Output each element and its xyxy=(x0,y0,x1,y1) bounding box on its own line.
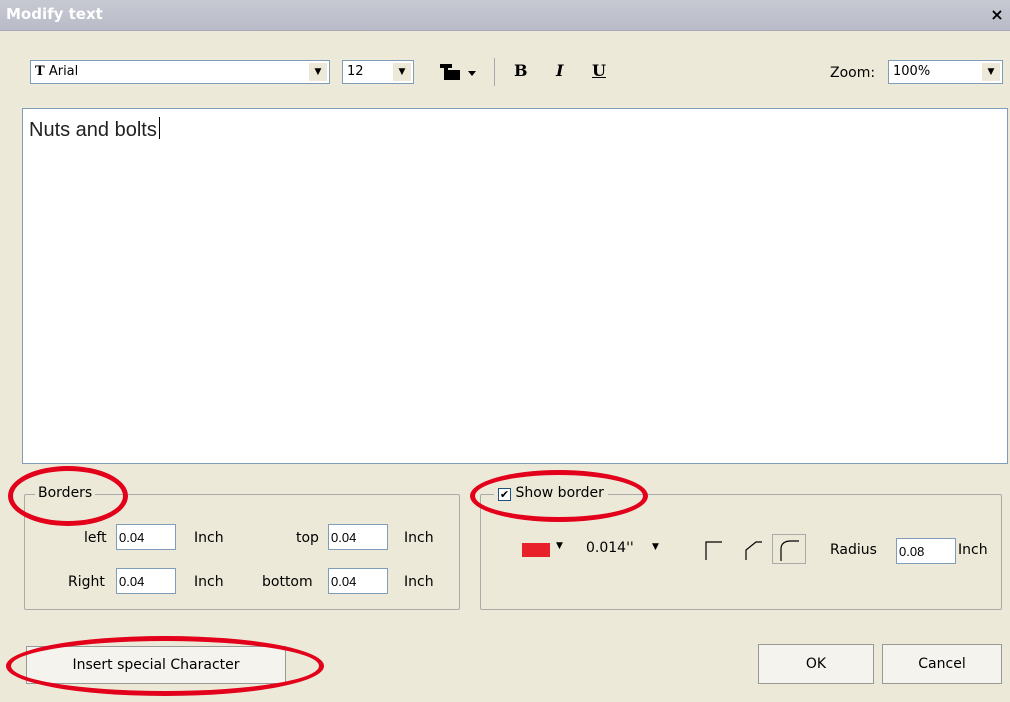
ok-button[interactable]: OK xyxy=(758,644,874,684)
top-label: top xyxy=(296,530,319,546)
zoom-value: 100% xyxy=(893,64,931,79)
corner-round-button[interactable] xyxy=(772,534,806,564)
chevron-down-icon: ▼ xyxy=(652,542,659,552)
chevron-down-icon[interactable]: ▼ xyxy=(982,63,1000,81)
unit-label: Inch xyxy=(194,530,224,546)
bottom-margin-input[interactable] xyxy=(328,568,388,594)
unit-label: Inch xyxy=(194,574,224,590)
text-color-button[interactable] xyxy=(438,60,486,84)
left-label: left xyxy=(84,530,107,546)
text-color-icon xyxy=(440,64,476,80)
border-color-button[interactable]: ▼ xyxy=(522,541,572,561)
borders-legend: Borders xyxy=(35,485,96,501)
unit-label: Inch xyxy=(404,530,434,546)
zoom-select[interactable]: 100% ▼ xyxy=(888,60,1003,84)
close-icon[interactable]: × xyxy=(988,6,1006,24)
line-width-select[interactable]: 0.014'' ▼ xyxy=(586,540,666,560)
corner-bevel-icon[interactable] xyxy=(742,538,766,562)
chevron-down-icon[interactable]: ▼ xyxy=(393,63,411,81)
show-border-label: Show border xyxy=(515,485,604,501)
corner-round-icon xyxy=(780,540,799,561)
unit-label: Inch xyxy=(404,574,434,590)
cancel-button[interactable]: Cancel xyxy=(882,644,1002,684)
bottom-label: bottom xyxy=(262,574,313,590)
unit-label: Inch xyxy=(958,542,988,558)
right-label: Right xyxy=(68,574,105,590)
top-margin-input[interactable] xyxy=(328,524,388,550)
color-swatch xyxy=(522,543,550,557)
bold-button[interactable]: B xyxy=(514,61,528,80)
show-border-checkbox[interactable]: ✔ xyxy=(498,488,511,501)
chevron-down-icon[interactable]: ▼ xyxy=(309,63,327,81)
font-select[interactable]: T Arial ▼ xyxy=(30,60,330,84)
borders-group: Borders xyxy=(24,485,460,610)
zoom-label: Zoom: xyxy=(830,65,876,81)
corner-square-icon[interactable] xyxy=(702,538,726,562)
font-size-select[interactable]: 12 ▼ xyxy=(342,60,414,84)
right-margin-input[interactable] xyxy=(116,568,176,594)
font-size-value: 12 xyxy=(347,64,364,79)
radius-input[interactable] xyxy=(896,538,956,564)
underline-button[interactable]: U xyxy=(592,61,606,80)
text-editor[interactable]: Nuts and bolts xyxy=(22,108,1008,464)
chevron-down-icon: ▼ xyxy=(556,541,563,551)
font-type-icon: T xyxy=(35,64,45,79)
line-width-value: 0.014'' xyxy=(586,540,634,556)
toolbar-separator xyxy=(494,58,495,86)
editor-text: Nuts and bolts xyxy=(29,119,157,141)
text-caret xyxy=(158,117,160,139)
toolbar: T Arial ▼ 12 ▼ B I U Zoom: 100% ▼ xyxy=(0,30,1010,106)
window-title: Modify text xyxy=(6,5,103,23)
italic-button[interactable]: I xyxy=(556,61,563,80)
left-margin-input[interactable] xyxy=(116,524,176,550)
title-bar: Modify text × xyxy=(0,0,1010,31)
font-name: Arial xyxy=(48,64,79,79)
radius-label: Radius xyxy=(830,542,877,558)
insert-special-character-button[interactable]: Insert special Character xyxy=(26,646,286,684)
